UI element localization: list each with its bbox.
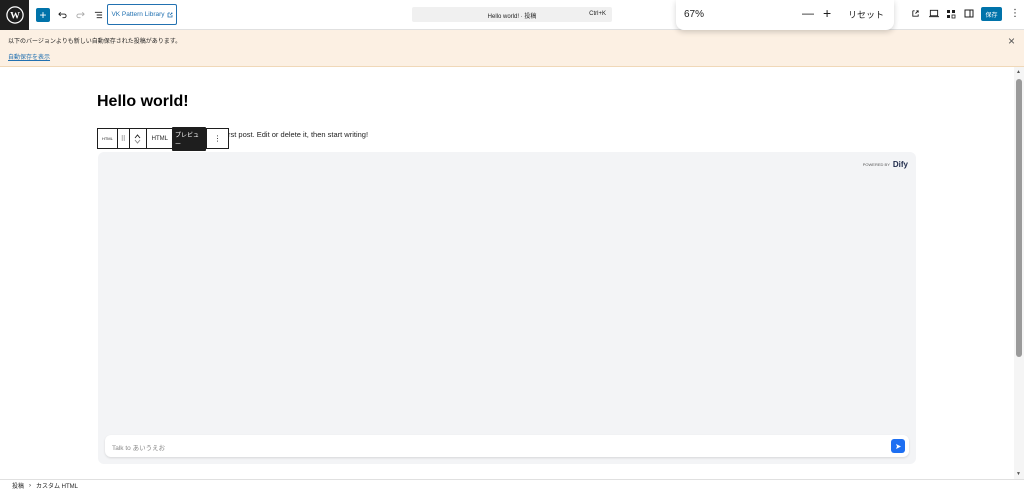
dify-chat-embed: POWERED BY Dify Talk to あいうえお <box>98 152 916 464</box>
canvas-scrollbar[interactable]: ▲ ▼ <box>1014 67 1024 479</box>
editor-canvas: Hello world! rst post. Edit or delete it… <box>0 67 1014 479</box>
preview-device-icon[interactable] <box>929 9 939 21</box>
notice-message: 以下のバージョンよりも新しい自動保存された投稿があります。 <box>8 39 182 45</box>
preview-mode-button[interactable]: プレビュー <box>171 126 207 151</box>
powered-by-label: POWERED BY <box>862 162 890 167</box>
document-overview-icon[interactable] <box>91 7 105 23</box>
autosave-notice: 以下のバージョンよりも新しい自動保存された投稿があります。 自動保存を表示 × <box>0 30 1024 67</box>
html-mode-group: HTML プレビュー <box>147 126 208 151</box>
scroll-down-icon[interactable]: ▼ <box>1016 471 1021 477</box>
command-palette-bar[interactable]: Hello world! · 投稿 Ctrl+K <box>412 7 612 22</box>
view-autosave-link[interactable]: 自動保存を表示 <box>8 52 50 61</box>
block-breadcrumb: 投稿 › カスタム HTML <box>0 479 1024 491</box>
dify-logo: Dify <box>892 160 908 169</box>
powered-by-dify[interactable]: POWERED BY Dify <box>863 160 908 169</box>
chevron-down-icon[interactable] <box>134 139 141 144</box>
block-options-icon[interactable]: ⋮ <box>207 129 228 148</box>
zoom-popover: 67% — + リセット <box>676 0 894 30</box>
html-mode-button[interactable]: HTML <box>152 136 168 142</box>
external-link-icon <box>167 12 172 17</box>
breadcrumb-item-custom-html[interactable]: カスタム HTML <box>36 481 78 490</box>
post-paragraph[interactable]: rst post. Edit or delete it, then start … <box>228 130 368 139</box>
post-title[interactable]: Hello world! <box>97 93 189 111</box>
chat-input-box[interactable]: Talk to あいうえお <box>105 435 909 457</box>
drag-handle-icon[interactable]: ⠿ <box>118 129 130 148</box>
command-title: Hello world! · 投稿 <box>487 14 537 20</box>
vk-pattern-library-button[interactable]: VK Pattern Library <box>107 4 177 25</box>
add-block-button[interactable]: + <box>36 8 50 22</box>
breadcrumb-item-post[interactable]: 投稿 <box>12 481 24 490</box>
wordpress-icon: W <box>5 6 24 24</box>
view-post-icon[interactable] <box>911 9 920 21</box>
undo-icon[interactable] <box>55 7 69 23</box>
svg-text:W: W <box>10 11 20 22</box>
block-type-html-icon[interactable]: HTML <box>98 129 118 148</box>
zoom-reset-button[interactable]: リセット <box>846 5 886 23</box>
options-menu-icon[interactable]: ⋮ <box>1010 8 1020 19</box>
close-icon[interactable]: × <box>1008 34 1015 48</box>
block-toolbar: HTML ⠿ HTML プレビュー ⋮ <box>97 126 229 151</box>
vk-pattern-library-label: VK Pattern Library <box>111 11 165 18</box>
wordpress-logo-button[interactable]: W <box>0 0 29 30</box>
zoom-level: 67% <box>684 9 705 20</box>
breadcrumb-separator-icon: › <box>29 482 32 489</box>
save-button[interactable]: 保存 <box>981 7 1002 21</box>
chat-input-placeholder: Talk to あいうえお <box>112 445 166 452</box>
move-block-control[interactable] <box>130 129 147 148</box>
zoom-out-icon[interactable]: — <box>802 6 814 20</box>
send-icon <box>895 443 901 449</box>
settings-sidebar-icon[interactable] <box>964 9 974 21</box>
redo-icon[interactable] <box>73 7 87 23</box>
command-shortcut: Ctrl+K <box>589 11 606 17</box>
scroll-up-icon[interactable]: ▲ <box>1016 69 1021 75</box>
send-button[interactable] <box>891 439 905 453</box>
plugin-icon[interactable] <box>946 9 956 21</box>
zoom-in-icon[interactable]: + <box>823 5 831 21</box>
scrollbar-thumb[interactable] <box>1016 79 1022 357</box>
